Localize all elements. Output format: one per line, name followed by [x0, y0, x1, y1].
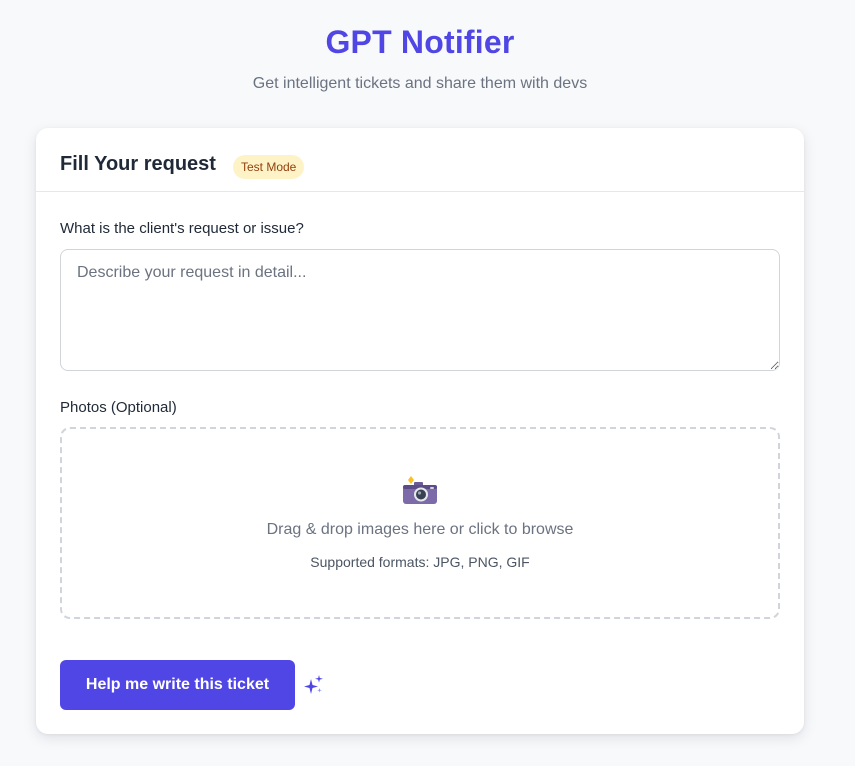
app-title: GPT Notifier [325, 24, 515, 60]
dropzone-text: Drag & drop images here or click to brow… [266, 521, 574, 538]
camera-icon [403, 476, 437, 504]
card-title: Fill Your request [60, 153, 216, 175]
request-card: Fill Your request Test Mode What is the … [36, 128, 804, 734]
page: GPT Notifier Get intelligent tickets and… [0, 0, 855, 766]
request-textarea[interactable] [60, 249, 780, 371]
app-subtitle: Get intelligent tickets and share them w… [252, 75, 588, 92]
photo-dropzone[interactable]: Drag & drop images here or click to brow… [60, 427, 780, 619]
card-header: Fill Your request Test Mode [36, 128, 804, 192]
sparkle-icon [304, 675, 323, 694]
request-label: What is the client's request or issue? [60, 220, 304, 237]
help-write-ticket-button[interactable]: Help me write this ticket [60, 660, 295, 710]
photos-label: Photos (Optional) [60, 399, 177, 416]
test-mode-badge: Test Mode [233, 155, 305, 179]
dropzone-formats: Supported formats: JPG, PNG, GIF [310, 554, 530, 570]
